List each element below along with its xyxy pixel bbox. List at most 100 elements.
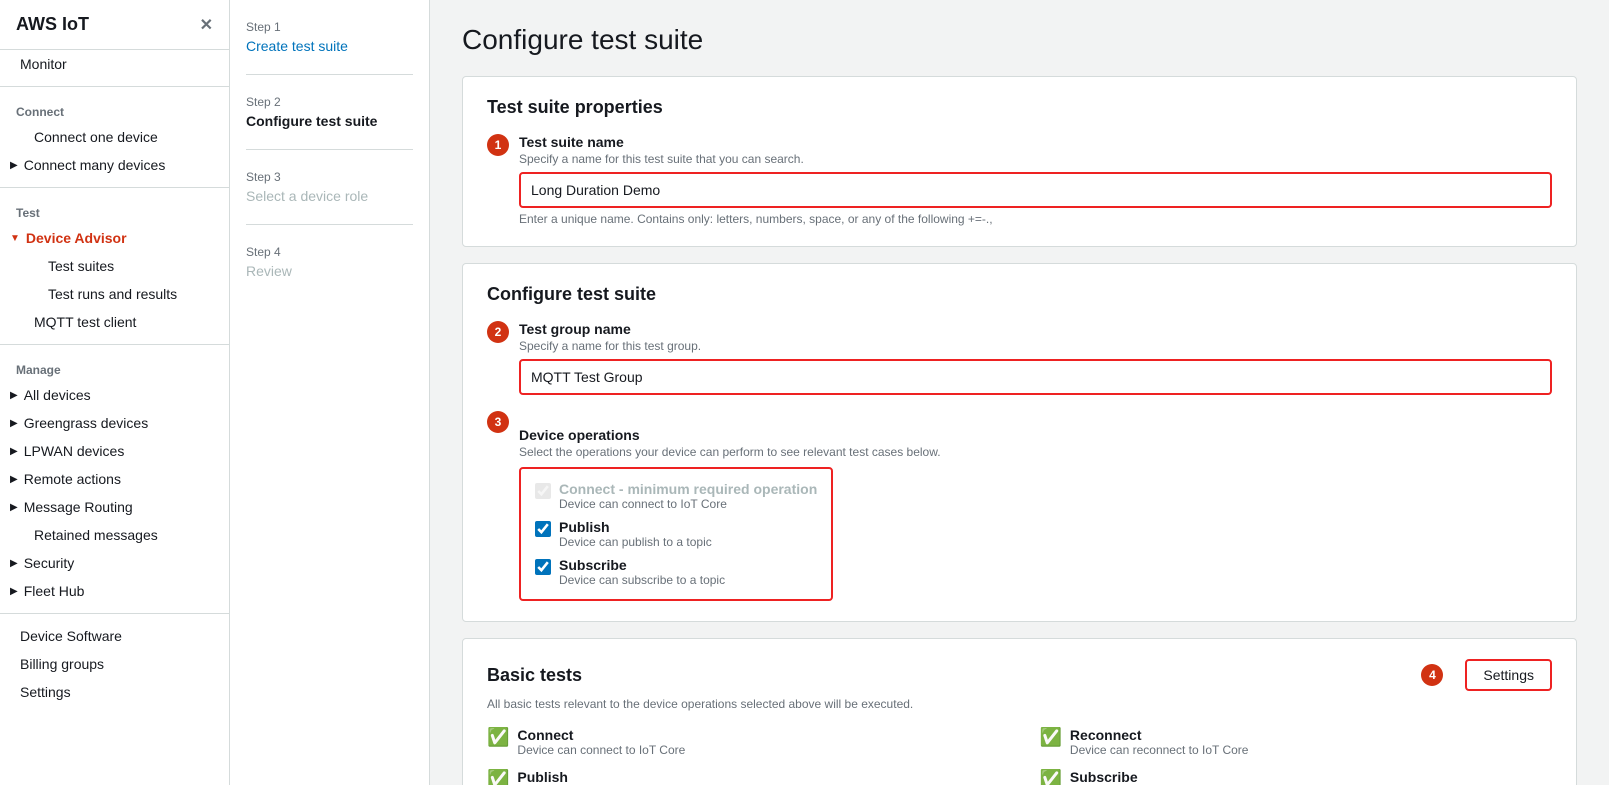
sidebar-item-all-devices[interactable]: ▶ All devices bbox=[0, 381, 229, 409]
sidebar-item-label: LPWAN devices bbox=[24, 443, 125, 459]
sidebar-item-test-suites[interactable]: Test suites bbox=[0, 252, 229, 280]
sidebar-item-test-runs-results[interactable]: Test runs and results bbox=[0, 280, 229, 308]
sidebar-item-label: Greengrass devices bbox=[24, 415, 149, 431]
app-title: AWS IoT bbox=[16, 14, 89, 35]
tests-grid: ✅ Connect Device can connect to IoT Core… bbox=[487, 727, 1552, 785]
sidebar-item-label: Settings bbox=[20, 684, 71, 700]
suite-name-label: Test suite name bbox=[519, 134, 1552, 150]
sidebar-item-settings[interactable]: Settings bbox=[0, 678, 229, 706]
step-badge-2: 2 bbox=[487, 321, 509, 343]
sidebar-item-message-routing[interactable]: ▶ Message Routing bbox=[0, 493, 229, 521]
main-content: Configure test suite Test suite properti… bbox=[430, 0, 1609, 785]
sidebar-section-test: Test bbox=[0, 196, 229, 224]
sidebar-item-label: Remote actions bbox=[24, 471, 121, 487]
sidebar-item-remote-actions[interactable]: ▶ Remote actions bbox=[0, 465, 229, 493]
test-subscribe-name: Subscribe bbox=[1070, 769, 1232, 785]
sidebar-item-label: Message Routing bbox=[24, 499, 133, 515]
sidebar-item-mqtt-test-client[interactable]: MQTT test client bbox=[0, 308, 229, 336]
sidebar-item-label: Connect one device bbox=[34, 129, 158, 145]
step-3: Step 3 Select a device role bbox=[246, 170, 413, 204]
steps-panel: Step 1 Create test suite Step 2 Configur… bbox=[230, 0, 430, 785]
sidebar-item-label: Device Advisor bbox=[26, 230, 127, 246]
check-circle-icon: ✅ bbox=[487, 727, 509, 748]
op-publish-desc: Device can publish to a topic bbox=[559, 535, 712, 549]
sidebar-item-label: Security bbox=[24, 555, 75, 571]
sidebar-item-label: Monitor bbox=[20, 56, 67, 72]
group-name-input[interactable] bbox=[519, 359, 1552, 395]
chevron-right-icon: ▶ bbox=[10, 446, 18, 457]
step-4: Step 4 Review bbox=[246, 245, 413, 279]
sidebar-item-device-software[interactable]: Device Software bbox=[0, 622, 229, 650]
step-badge-4: 4 bbox=[1421, 664, 1443, 686]
sidebar-item-billing-groups[interactable]: Billing groups bbox=[0, 650, 229, 678]
sidebar-section-manage: Manage bbox=[0, 353, 229, 381]
test-item-connect: ✅ Connect Device can connect to IoT Core bbox=[487, 727, 1000, 757]
step-1: Step 1 Create test suite bbox=[246, 20, 413, 54]
sidebar: AWS IoT ✕ Monitor Connect Connect one de… bbox=[0, 0, 230, 785]
test-connect-desc: Device can connect to IoT Core bbox=[517, 743, 685, 757]
step-2-label: Step 2 bbox=[246, 95, 413, 109]
configure-test-suite-card: Configure test suite 2 Test group name S… bbox=[462, 263, 1577, 622]
device-ops-title: Device operations bbox=[519, 427, 1552, 443]
sidebar-item-label: Retained messages bbox=[34, 527, 158, 543]
sidebar-item-connect-many-devices[interactable]: ▶ Connect many devices bbox=[0, 151, 229, 179]
chevron-right-icon: ▶ bbox=[10, 502, 18, 513]
step-badge-3: 3 bbox=[487, 411, 509, 433]
chevron-right-icon: ▶ bbox=[10, 418, 18, 429]
sidebar-item-monitor[interactable]: Monitor bbox=[0, 50, 229, 78]
step-2: Step 2 Configure test suite bbox=[246, 95, 413, 129]
chevron-right-icon: ▶ bbox=[10, 558, 18, 569]
sidebar-item-greengrass-devices[interactable]: ▶ Greengrass devices bbox=[0, 409, 229, 437]
basic-tests-hint: All basic tests relevant to the device o… bbox=[487, 697, 1552, 711]
op-connect-desc: Device can connect to IoT Core bbox=[559, 497, 817, 511]
sidebar-item-label: All devices bbox=[24, 387, 91, 403]
sidebar-item-device-advisor[interactable]: ▼ Device Advisor bbox=[0, 224, 229, 252]
test-connect-name: Connect bbox=[517, 727, 685, 743]
test-reconnect-desc: Device can reconnect to IoT Core bbox=[1070, 743, 1249, 757]
op-subscribe-text: Subscribe Device can subscribe to a topi… bbox=[559, 557, 725, 587]
chevron-right-icon: ▶ bbox=[10, 586, 18, 597]
close-icon[interactable]: ✕ bbox=[200, 15, 213, 35]
test-suite-properties-card: Test suite properties 1 Test suite name … bbox=[462, 76, 1577, 247]
sidebar-item-lpwan-devices[interactable]: ▶ LPWAN devices bbox=[0, 437, 229, 465]
step-3-label: Step 3 bbox=[246, 170, 413, 184]
op-subscribe-name: Subscribe bbox=[559, 557, 725, 573]
suite-name-hint: Specify a name for this test suite that … bbox=[519, 152, 1552, 166]
step-4-label: Step 4 bbox=[246, 245, 413, 259]
test-publish-info: Publish Device can publish to topics bbox=[517, 769, 666, 785]
page-title: Configure test suite bbox=[462, 24, 1577, 56]
op-subscribe-desc: Device can subscribe to a topic bbox=[559, 573, 725, 587]
step-1-title[interactable]: Create test suite bbox=[246, 38, 413, 54]
sidebar-item-connect-one-device[interactable]: Connect one device bbox=[0, 123, 229, 151]
test-reconnect-info: Reconnect Device can reconnect to IoT Co… bbox=[1070, 727, 1249, 757]
sidebar-item-fleet-hub[interactable]: ▶ Fleet Hub bbox=[0, 577, 229, 605]
step-1-label: Step 1 bbox=[246, 20, 413, 34]
chevron-right-icon: ▶ bbox=[10, 474, 18, 485]
sidebar-item-label: Connect many devices bbox=[24, 157, 166, 173]
sidebar-item-security[interactable]: ▶ Security bbox=[0, 549, 229, 577]
group-name-label: Test group name bbox=[519, 321, 1552, 337]
group-name-hint: Specify a name for this test group. bbox=[519, 339, 1552, 353]
suite-name-input[interactable] bbox=[519, 172, 1552, 208]
check-circle-icon: ✅ bbox=[1040, 769, 1062, 785]
check-circle-icon: ✅ bbox=[487, 769, 509, 785]
sidebar-section-connect: Connect bbox=[0, 95, 229, 123]
chevron-down-icon: ▼ bbox=[10, 233, 20, 244]
sidebar-item-label: MQTT test client bbox=[34, 314, 136, 330]
test-publish-name: Publish bbox=[517, 769, 666, 785]
op-publish-checkbox[interactable] bbox=[535, 521, 551, 537]
test-item-reconnect: ✅ Reconnect Device can reconnect to IoT … bbox=[1040, 727, 1553, 757]
settings-button[interactable]: Settings bbox=[1465, 659, 1552, 691]
op-subscribe-checkbox[interactable] bbox=[535, 559, 551, 575]
step-4-title: Review bbox=[246, 263, 413, 279]
ops-box: Connect - minimum required operation Dev… bbox=[519, 467, 833, 601]
sidebar-item-retained-messages[interactable]: Retained messages bbox=[0, 521, 229, 549]
sidebar-item-label: Test suites bbox=[48, 258, 114, 274]
op-publish: Publish Device can publish to a topic bbox=[535, 519, 817, 549]
sidebar-item-label: Test runs and results bbox=[48, 286, 177, 302]
chevron-right-icon: ▶ bbox=[10, 390, 18, 401]
sidebar-item-label: Billing groups bbox=[20, 656, 104, 672]
step-badge-1: 1 bbox=[487, 134, 509, 156]
op-publish-text: Publish Device can publish to a topic bbox=[559, 519, 712, 549]
device-ops-section: Device operations Select the operations … bbox=[519, 427, 1552, 601]
